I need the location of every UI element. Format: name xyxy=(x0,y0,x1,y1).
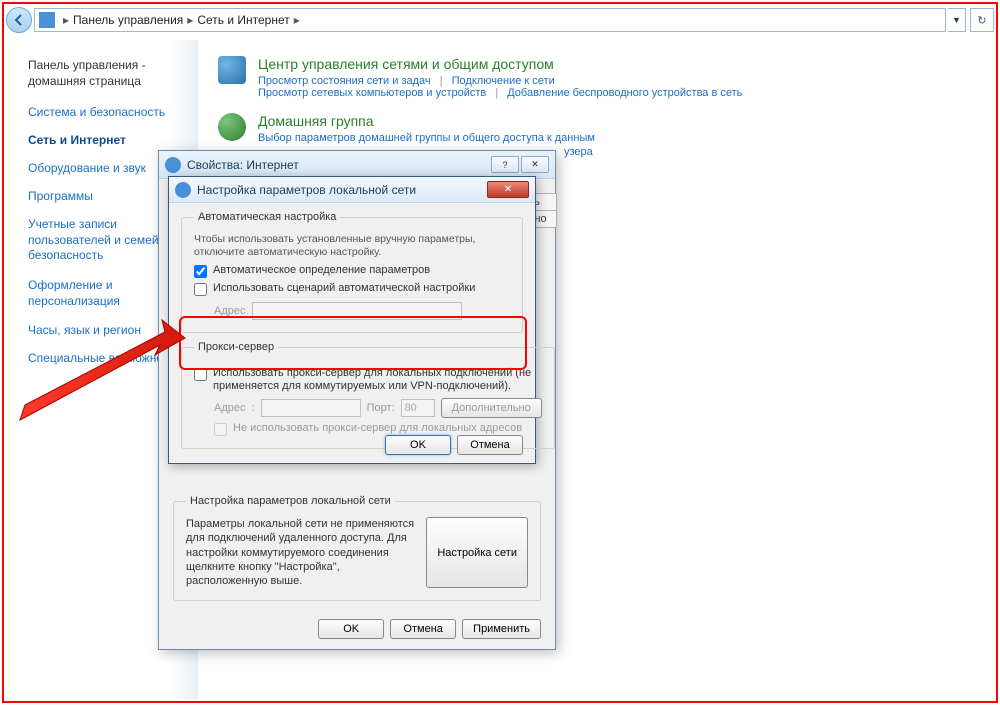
proxy-port-input xyxy=(401,399,435,417)
sidebar-home-l2: домашняя страница xyxy=(28,74,141,88)
link-view-status[interactable]: Просмотр состояния сети и задач xyxy=(258,75,431,87)
bypass-local-checkbox xyxy=(214,423,227,436)
apply-button[interactable]: Применить xyxy=(462,619,541,639)
use-proxy-row[interactable]: Использовать прокси-сервер для локальных… xyxy=(194,367,542,392)
cancel-button[interactable]: Отмена xyxy=(390,619,456,639)
use-script-row[interactable]: Использовать сценарий автоматической нас… xyxy=(194,282,510,296)
use-proxy-checkbox[interactable] xyxy=(194,368,207,381)
control-panel-icon xyxy=(39,12,55,28)
network-center-icon xyxy=(218,56,246,84)
address-bar: ▸ Панель управления ▸ Сеть и Интернет ▸ … xyxy=(6,6,994,34)
use-script-checkbox[interactable] xyxy=(194,283,207,296)
auto-detect-label: Автоматическое определение параметров xyxy=(213,264,430,276)
refresh-button[interactable]: ↻ xyxy=(970,8,994,32)
network-center-title[interactable]: Центр управления сетями и общим доступом xyxy=(258,56,742,72)
sidebar-item-system[interactable]: Система и безопасность xyxy=(28,105,194,119)
proxy-address-input xyxy=(261,399,361,417)
lan-settings-dialog: Настройка параметров локальной сети ✕ Ав… xyxy=(168,176,536,464)
link-homegroup-params[interactable]: Выбор параметров домашней группы и общег… xyxy=(258,132,595,144)
sidebar-home-l1: Панель управления - xyxy=(28,58,146,72)
link-connect[interactable]: Подключение к сети xyxy=(452,75,555,87)
lan-settings-legend: Настройка параметров локальной сети xyxy=(186,495,395,507)
proxy-port-label: Порт: xyxy=(367,402,395,414)
chevron-right-icon: ▸ xyxy=(187,13,193,27)
chevron-right-icon: ▸ xyxy=(63,13,69,27)
lan-dialog-titlebar[interactable]: Настройка параметров локальной сети ✕ xyxy=(169,177,535,203)
ok-button[interactable]: OK xyxy=(318,619,384,639)
internet-options-icon xyxy=(165,157,181,173)
proxy-address-label: Адрес xyxy=(214,402,246,414)
lan-dialog-title: Настройка параметров локальной сети xyxy=(197,183,416,197)
close-button[interactable]: ✕ xyxy=(487,181,529,198)
proxy-address-row: Адрес: Порт: Дополнительно xyxy=(214,398,542,418)
lan-settings-button[interactable]: Настройка сети xyxy=(426,517,528,588)
script-address-row: Адрес xyxy=(214,302,510,320)
close-button[interactable]: ✕ xyxy=(521,156,549,173)
script-address-input xyxy=(252,302,462,320)
breadcrumb[interactable]: ▸ Панель управления ▸ Сеть и Интернет ▸ xyxy=(34,8,946,32)
dialog-titlebar[interactable]: Свойства: Интернет ? ✕ xyxy=(159,151,555,179)
sidebar-home[interactable]: Панель управления - домашняя страница xyxy=(28,58,194,89)
dialog-title: Свойства: Интернет xyxy=(187,158,299,172)
lan-settings-description: Параметры локальной сети не применяются … xyxy=(186,517,416,588)
bypass-local-label: Не использовать прокси-сервер для локаль… xyxy=(233,422,522,434)
sidebar-item-network[interactable]: Сеть и Интернет xyxy=(28,133,194,147)
link-view-devices[interactable]: Просмотр сетевых компьютеров и устройств xyxy=(258,87,486,99)
lan-cancel-button[interactable]: Отмена xyxy=(457,435,523,455)
homegroup-title[interactable]: Домашняя группа xyxy=(258,113,595,129)
breadcrumb-seg-2[interactable]: Сеть и Интернет xyxy=(197,13,289,27)
section-homegroup: Домашняя группа Выбор параметров домашне… xyxy=(218,113,974,144)
auto-config-legend: Автоматическая настройка xyxy=(194,211,340,223)
use-script-label: Использовать сценарий автоматической нас… xyxy=(213,282,475,294)
auto-detect-checkbox[interactable] xyxy=(194,265,207,278)
proxy-group: Прокси-сервер Использовать прокси-сервер… xyxy=(181,341,555,449)
proxy-legend: Прокси-сервер xyxy=(194,341,278,353)
use-proxy-label: Использовать прокси-сервер для локальных… xyxy=(213,367,542,392)
auto-detect-row[interactable]: Автоматическое определение параметров xyxy=(194,264,510,278)
internet-options-icon xyxy=(175,182,191,198)
auto-config-group: Автоматическая настройка Чтобы использов… xyxy=(181,211,523,333)
lan-settings-group: Настройка параметров локальной сети Пара… xyxy=(173,495,541,601)
nav-back-button[interactable] xyxy=(6,7,32,33)
section-network-center: Центр управления сетями и общим доступом… xyxy=(218,56,974,99)
lan-ok-button[interactable]: OK xyxy=(385,435,451,455)
script-address-label: Адрес xyxy=(214,305,246,317)
auto-config-note: Чтобы использовать установленные вручную… xyxy=(194,233,510,258)
homegroup-icon xyxy=(218,113,246,141)
chevron-right-icon: ▸ xyxy=(294,13,300,27)
link-add-wireless[interactable]: Добавление беспроводного устройства в се… xyxy=(507,87,742,99)
breadcrumb-seg-1[interactable]: Панель управления xyxy=(73,13,183,27)
help-button[interactable]: ? xyxy=(491,156,519,173)
proxy-advanced-button: Дополнительно xyxy=(441,398,542,418)
breadcrumb-dropdown[interactable]: ▼ xyxy=(948,8,966,32)
partial-link-browser[interactable]: узера xyxy=(564,146,974,158)
